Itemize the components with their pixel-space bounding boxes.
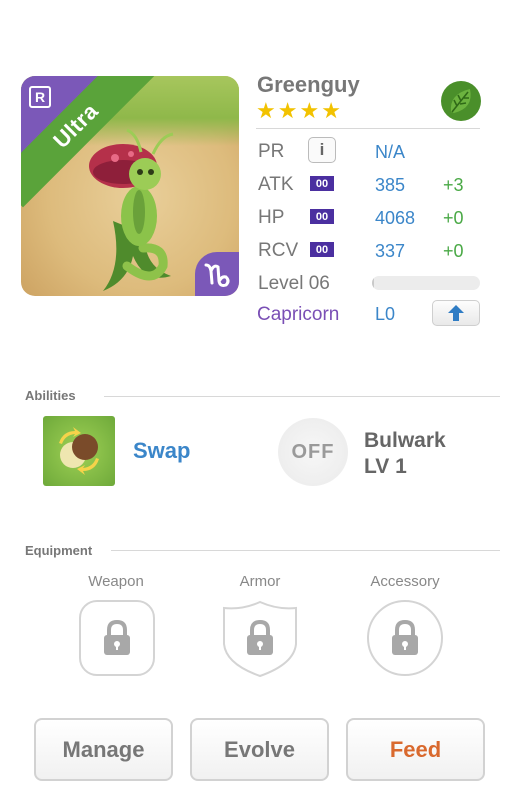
pr-label: PR (258, 141, 285, 162)
rank-badge: R (29, 86, 51, 108)
divider (256, 128, 480, 129)
capricorn-sign-icon (195, 252, 239, 296)
monster-portrait[interactable]: R Ultra (21, 76, 239, 296)
level-progress-fill (372, 276, 375, 290)
accessory-slot[interactable] (367, 600, 443, 676)
ability-bulwark[interactable]: Bulwark LV 1 (364, 428, 446, 480)
abilities-title: Abilities (25, 388, 76, 403)
star-icon: ★ (299, 98, 320, 123)
hp-plus-badge: 00 (310, 209, 334, 224)
sign-upgrade-button[interactable] (432, 300, 480, 326)
armor-slot[interactable] (222, 600, 298, 678)
divider (111, 550, 500, 551)
sign-level: L0 (375, 304, 396, 324)
atk-plus-badge: 00 (310, 176, 334, 191)
weapon-label: Weapon (88, 573, 144, 590)
monster-name: Greenguy (257, 72, 360, 97)
lock-icon (247, 620, 273, 655)
rcv-bonus: +0 (443, 241, 464, 261)
hp-value: 4068 (375, 208, 416, 228)
rcv-value: 337 (375, 241, 406, 261)
armor-label: Armor (239, 573, 281, 590)
accessory-label: Accessory (370, 573, 440, 590)
rcv-label: RCV (258, 240, 299, 261)
ability-level-bulwark: LV 1 (364, 455, 407, 478)
lock-icon (104, 620, 130, 655)
ability-name-swap[interactable]: Swap (133, 438, 190, 464)
level-progress-bar (372, 276, 480, 290)
star-icon: ★ (321, 98, 341, 123)
ability-off-icon[interactable]: OFF (278, 418, 348, 486)
atk-label: ATK (258, 174, 294, 195)
monster-image (89, 128, 174, 291)
rcv-plus-badge: 00 (310, 242, 334, 257)
pr-value: N/A (375, 142, 406, 162)
leaf-icon (440, 80, 482, 127)
ability-off-status: OFF (291, 440, 335, 463)
pr-info-button[interactable]: i (308, 137, 336, 163)
star-icon: ★ (277, 98, 298, 123)
swap-icon[interactable] (43, 416, 115, 486)
evolve-button[interactable]: Evolve (190, 718, 329, 781)
feed-button[interactable]: Feed (346, 718, 485, 781)
hp-bonus: +0 (443, 208, 464, 228)
atk-value: 385 (375, 175, 406, 195)
hp-label: HP (258, 207, 285, 228)
sign-label: Capricorn (257, 304, 340, 325)
star-rating: ★ ★ ★ ★ (256, 100, 341, 122)
manage-button[interactable]: Manage (34, 718, 173, 781)
level-label: Level 06 (258, 273, 330, 294)
star-icon: ★ (256, 98, 276, 123)
atk-bonus: +3 (443, 175, 464, 195)
ability-name-bulwark: Bulwark (364, 429, 446, 452)
arrow-up-icon (448, 305, 464, 321)
weapon-slot[interactable] (79, 600, 155, 676)
lock-icon (392, 620, 418, 655)
equipment-title: Equipment (25, 543, 93, 558)
divider (104, 396, 500, 397)
